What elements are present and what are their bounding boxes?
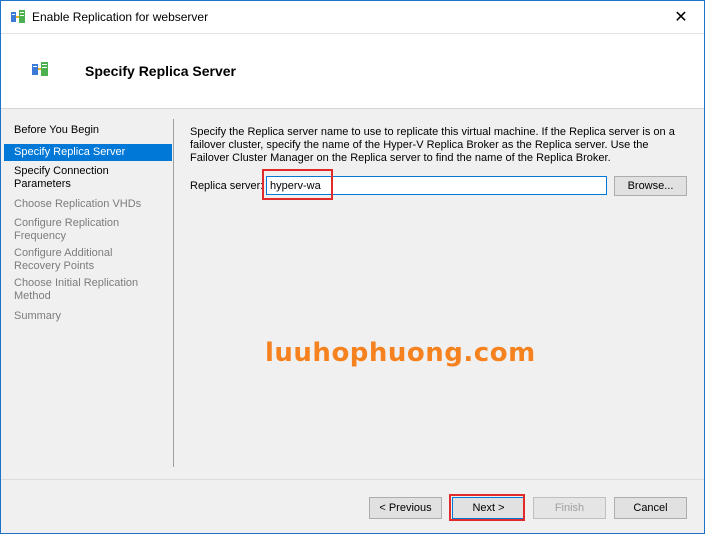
- nav-divider: [173, 119, 174, 467]
- hyper-v-replication-icon: [11, 10, 25, 23]
- footer-divider: [1, 479, 704, 480]
- nav-item-summary[interactable]: Summary: [4, 310, 172, 323]
- watermark-text: luuhophuong.com: [265, 338, 536, 368]
- title-bar[interactable]: Enable Replication for webserver ✕: [1, 1, 704, 34]
- page-title: Specify Replica Server: [85, 63, 236, 79]
- nav-item-configure-replication-frequency[interactable]: Configure Replication Frequency: [4, 217, 172, 243]
- replica-server-input[interactable]: [266, 176, 607, 195]
- browse-button[interactable]: Browse...: [614, 176, 687, 196]
- close-button[interactable]: ✕: [658, 1, 704, 33]
- replica-server-icon: [32, 62, 48, 76]
- replica-server-label: Replica server:: [190, 180, 264, 192]
- nav-item-before-you-begin[interactable]: Before You Begin: [4, 124, 172, 137]
- nav-item-specify-connection-parameters[interactable]: Specify Connection Parameters: [4, 165, 172, 191]
- wizard-header: Specify Replica Server: [1, 34, 704, 109]
- description-text: Specify the Replica server name to use t…: [190, 126, 675, 164]
- close-icon: ✕: [674, 9, 688, 26]
- nav-item-choose-replication-vhds[interactable]: Choose Replication VHDs: [4, 198, 172, 211]
- nav-item-choose-initial-replication-method[interactable]: Choose Initial Replication Method: [4, 277, 172, 303]
- cancel-button[interactable]: Cancel: [614, 497, 687, 519]
- next-button[interactable]: Next >: [452, 497, 525, 519]
- previous-button[interactable]: < Previous: [369, 497, 442, 519]
- window-title: Enable Replication for webserver: [32, 10, 209, 24]
- wizard-window: Enable Replication for webserver ✕ Speci…: [0, 0, 705, 534]
- nav-item-configure-additional-recovery-points[interactable]: Configure Additional Recovery Points: [4, 247, 172, 273]
- wizard-steps-nav: Before You Begin Specify Replica Server …: [4, 119, 172, 467]
- nav-item-specify-replica-server[interactable]: Specify Replica Server: [4, 144, 172, 161]
- finish-button[interactable]: Finish: [533, 497, 606, 519]
